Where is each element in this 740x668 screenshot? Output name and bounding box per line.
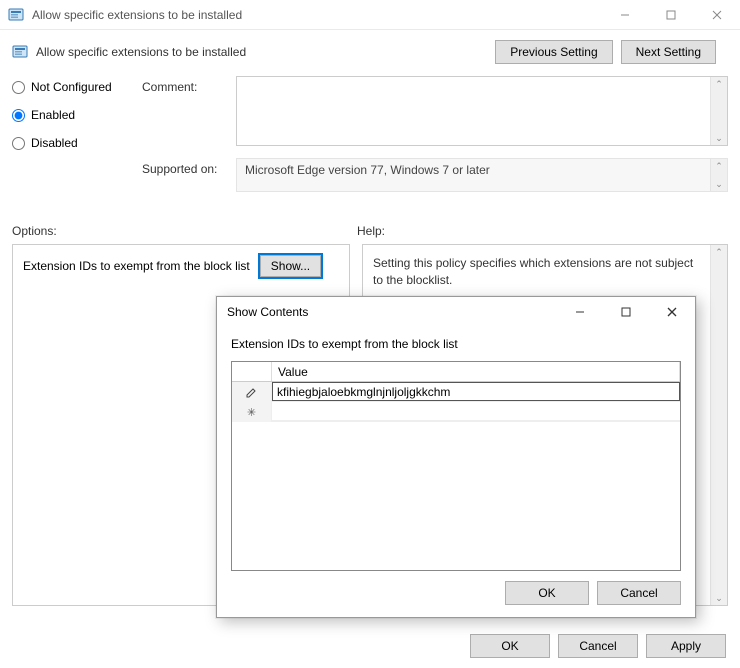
dialog-minimize-button[interactable] xyxy=(557,297,603,327)
value-grid: Value ✳ xyxy=(231,361,681,571)
main-apply-button[interactable]: Apply xyxy=(646,634,726,658)
comment-textarea[interactable]: ⌃⌄ xyxy=(236,76,728,146)
supported-row: Supported on: Microsoft Edge version 77,… xyxy=(142,158,728,192)
dialog-maximize-button[interactable] xyxy=(603,297,649,327)
dialog-title: Show Contents xyxy=(227,305,557,319)
grid-header-icon-col xyxy=(232,362,272,381)
main-footer-buttons: OK Cancel Apply xyxy=(470,634,726,658)
lower-headings: Options: Help: xyxy=(0,204,740,244)
supported-scrollbar[interactable]: ⌃⌄ xyxy=(710,159,727,191)
radio-enabled[interactable]: Enabled xyxy=(12,108,122,122)
dialog-label: Extension IDs to exempt from the block l… xyxy=(231,337,681,351)
main-window: Allow specific extensions to be installe… xyxy=(0,0,740,668)
help-heading: Help: xyxy=(357,224,385,238)
policy-icon xyxy=(12,44,28,60)
value-input-0[interactable] xyxy=(272,382,680,401)
show-button[interactable]: Show... xyxy=(260,255,321,277)
options-text: Extension IDs to exempt from the block l… xyxy=(23,259,250,273)
gpedit-icon xyxy=(8,7,24,23)
titlebar: Allow specific extensions to be installe… xyxy=(0,0,740,30)
previous-setting-button[interactable]: Previous Setting xyxy=(495,40,612,64)
dialog-titlebar: Show Contents xyxy=(217,297,695,327)
radio-not-configured[interactable]: Not Configured xyxy=(12,80,122,94)
help-scrollbar[interactable]: ⌃⌄ xyxy=(710,245,727,605)
radio-enabled-input[interactable] xyxy=(12,109,25,122)
comment-label: Comment: xyxy=(142,76,226,94)
main-cancel-button[interactable]: Cancel xyxy=(558,634,638,658)
dialog-ok-button[interactable]: OK xyxy=(505,581,589,605)
dialog-close-button[interactable] xyxy=(649,297,695,327)
radio-disabled-input[interactable] xyxy=(12,137,25,150)
radio-disabled[interactable]: Disabled xyxy=(12,136,122,150)
supported-label: Supported on: xyxy=(142,158,226,176)
radio-enabled-label: Enabled xyxy=(31,108,75,122)
help-text: Setting this policy specifies which exte… xyxy=(363,245,727,299)
main-ok-button[interactable]: OK xyxy=(470,634,550,658)
dialog-footer: OK Cancel xyxy=(217,571,695,617)
grid-row: ✳ xyxy=(232,402,680,422)
supported-box: Microsoft Edge version 77, Windows 7 or … xyxy=(236,158,728,192)
comment-scrollbar[interactable]: ⌃⌄ xyxy=(710,77,727,145)
supported-value: Microsoft Edge version 77, Windows 7 or … xyxy=(245,163,490,177)
options-heading: Options: xyxy=(12,224,357,238)
radio-not-configured-label: Not Configured xyxy=(31,80,112,94)
policy-title: Allow specific extensions to be installe… xyxy=(36,45,495,59)
row-edit-icon xyxy=(232,382,272,402)
maximize-button[interactable] xyxy=(648,0,694,29)
window-buttons xyxy=(602,0,740,29)
grid-header-value: Value xyxy=(272,362,680,381)
minimize-button[interactable] xyxy=(602,0,648,29)
radio-not-configured-input[interactable] xyxy=(12,81,25,94)
dialog-cancel-button[interactable]: Cancel xyxy=(597,581,681,605)
grid-header: Value xyxy=(232,362,680,382)
nav-buttons: Previous Setting Next Setting xyxy=(495,40,716,64)
row-new-icon: ✳ xyxy=(232,402,272,422)
grid-row xyxy=(232,382,680,402)
fields: Comment: ⌃⌄ Supported on: Microsoft Edge… xyxy=(142,74,728,204)
close-button[interactable] xyxy=(694,0,740,29)
next-setting-button[interactable]: Next Setting xyxy=(621,40,716,64)
comment-row: Comment: ⌃⌄ xyxy=(142,76,728,146)
value-input-1[interactable] xyxy=(272,402,680,421)
show-contents-dialog: Show Contents Extension IDs to exempt fr… xyxy=(216,296,696,618)
dialog-body: Extension IDs to exempt from the block l… xyxy=(217,327,695,571)
state-radios: Not Configured Enabled Disabled xyxy=(12,74,122,204)
settings-area: Not Configured Enabled Disabled Comment:… xyxy=(0,70,740,204)
window-title: Allow specific extensions to be installe… xyxy=(32,8,602,22)
radio-disabled-label: Disabled xyxy=(31,136,78,150)
dialog-window-buttons xyxy=(557,297,695,327)
policy-header: Allow specific extensions to be installe… xyxy=(0,30,740,70)
grid-empty-area xyxy=(232,422,680,570)
